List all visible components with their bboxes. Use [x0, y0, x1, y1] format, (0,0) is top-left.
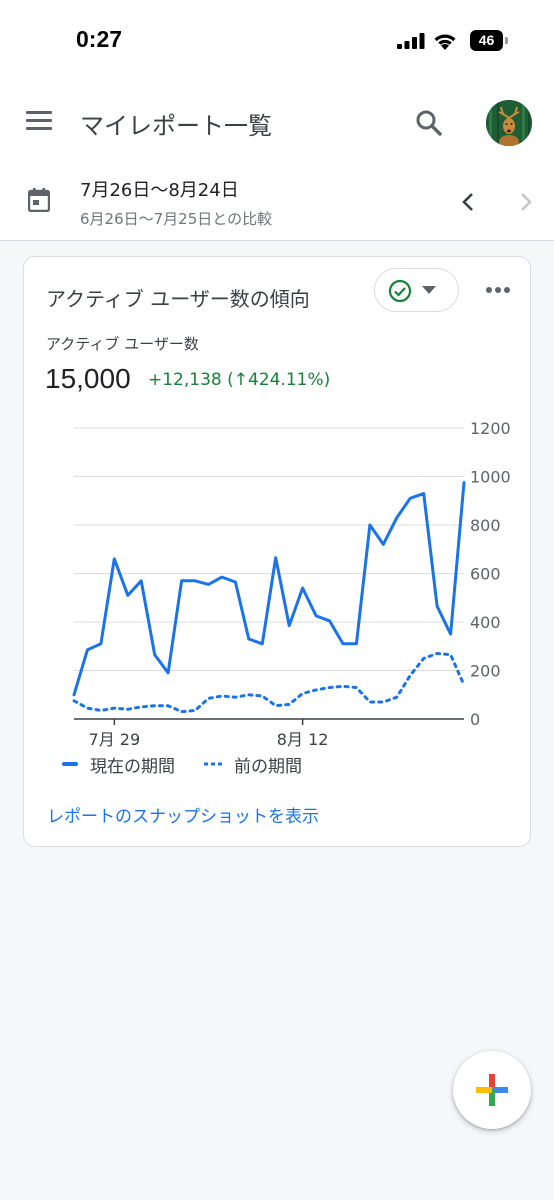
chevron-left-icon[interactable] [458, 190, 478, 214]
hamburger-menu-icon[interactable] [26, 111, 52, 131]
check-circle-icon [388, 279, 412, 303]
comparison-range-text: 6月26日〜7月25日との比較 [80, 210, 273, 228]
battery-level: 46 [470, 30, 503, 51]
cellular-signal-icon [397, 33, 425, 49]
card-title: アクティブ ユーザー数の傾向 [46, 287, 310, 311]
search-icon[interactable] [414, 108, 444, 138]
legend-current-swatch [62, 762, 78, 766]
x-tick-label: 8月 12 [277, 730, 329, 749]
app-bar: マイレポート一覧 [0, 80, 554, 166]
active-users-trend-card: アクティブ ユーザー数の傾向 アクティブ ユーザー数 15,000 +12,13… [23, 256, 531, 847]
date-range-text[interactable]: 7月26日〜8月24日 [80, 176, 239, 202]
deer-avatar-image [486, 100, 532, 146]
status-bar: 0:27 46 [0, 0, 554, 80]
battery-indicator: 46 [470, 30, 508, 51]
page-title: マイレポート一覧 [80, 112, 272, 140]
legend-current-label: 現在の期間 [90, 757, 175, 777]
y-tick-label: 1000 [470, 468, 511, 487]
y-tick-label: 200 [470, 662, 501, 681]
metric-value: 15,000 [45, 363, 131, 394]
series-line-previous [72, 652, 466, 714]
view-report-snapshot-link[interactable]: レポートのスナップショットを表示 [47, 802, 319, 827]
legend-previous-swatch [204, 762, 222, 766]
chevron-right-icon[interactable] [516, 190, 536, 214]
wifi-icon [434, 34, 456, 50]
comparison-status-dropdown[interactable] [374, 268, 459, 312]
y-tick-label: 800 [470, 516, 501, 535]
y-tick-label: 600 [470, 565, 501, 584]
more-horizontal-icon[interactable] [485, 286, 511, 294]
y-tick-label: 0 [470, 710, 480, 729]
date-range-bar: 7月26日〜8月24日 6月26日〜7月25日との比較 [0, 166, 554, 241]
metric-change: +12,138 (↑424.11%) [148, 370, 331, 390]
avatar[interactable] [486, 100, 532, 146]
x-tick-label: 7月 29 [89, 730, 141, 749]
active-users-line-chart: 0 200 400 600 800 1000 1200 7月 29 8月 12 [72, 419, 511, 749]
calendar-icon[interactable] [28, 188, 50, 212]
battery-cap [505, 37, 508, 44]
add-fab-button[interactable] [453, 1051, 531, 1129]
caret-down-icon [422, 286, 436, 294]
legend-previous-label: 前の期間 [234, 757, 302, 777]
status-time: 0:27 [76, 26, 123, 52]
y-tick-label: 400 [470, 613, 501, 632]
metric-label: アクティブ ユーザー数 [46, 335, 199, 353]
chart-legend: 現在の期間 前の期間 [62, 752, 382, 777]
y-tick-label: 1200 [470, 419, 511, 438]
series-line-current [72, 481, 466, 697]
add-plus-icon [476, 1074, 508, 1106]
